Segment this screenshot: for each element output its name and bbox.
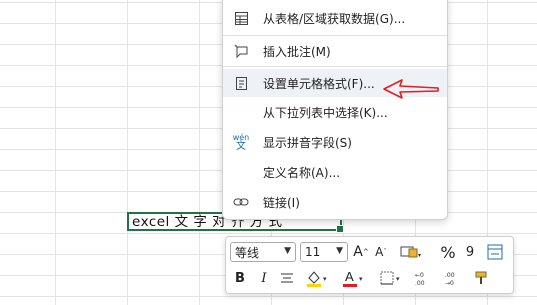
menu-item-define-name[interactable]: 定义名称(A)... (223, 158, 447, 186)
align-center-icon[interactable] (278, 268, 296, 288)
menu-item-label: 从下拉列表中选择(K)... (263, 105, 388, 120)
decrease-font-size-icon[interactable]: Aˇ (372, 242, 390, 262)
merge-center-icon[interactable] (485, 242, 505, 262)
svg-text:▾: ▾ (323, 275, 327, 283)
font-color-icon[interactable]: A ▾ (340, 268, 366, 288)
menu-item-label: 链接(I) (263, 195, 300, 210)
svg-text:.00: .00 (415, 280, 425, 286)
font-size-select[interactable]: 11 ▼ (300, 242, 348, 262)
menu-item-label: 显示拼音字段(S) (263, 135, 352, 150)
svg-text:A: A (345, 269, 354, 284)
percent-label: % (440, 242, 456, 262)
link-icon (223, 196, 259, 208)
svg-text:▾: ▾ (396, 275, 400, 283)
menu-separator (223, 35, 447, 36)
comment-icon (223, 43, 259, 59)
italic-button[interactable]: I (256, 268, 272, 288)
phonetic-icon: wén 文 (223, 133, 259, 152)
svg-text:▾: ▾ (359, 275, 363, 283)
percent-style-button[interactable]: % (438, 242, 458, 262)
svg-text:▾: ▾ (418, 252, 421, 259)
annotation-arrow-icon (383, 79, 439, 99)
table-icon (223, 11, 259, 26)
menu-item-link[interactable]: 链接(I) (223, 188, 447, 216)
menu-item-label: 插入批注(M) (263, 44, 331, 59)
bold-button[interactable]: B (232, 268, 248, 288)
format-painter-icon[interactable] (472, 268, 492, 288)
increase-decimal-icon[interactable]: ←0.00 (412, 268, 438, 288)
svg-text:←0: ←0 (415, 272, 424, 279)
comma-label: 9 (465, 244, 475, 260)
comma-style-button[interactable]: 9 (462, 242, 478, 262)
menu-item-pick-from-list[interactable]: 从下拉列表中选择(K)... (223, 98, 447, 126)
bold-label: B (235, 270, 245, 286)
fill-color-icon[interactable]: ▾ (304, 268, 330, 288)
context-menu: 从表格/区域获取数据(G)... 插入批注(M) 设置单元格格式(F)... 从… (222, 0, 448, 220)
borders-icon[interactable]: ▾ (378, 268, 404, 288)
menu-item-label: 从表格/区域获取数据(G)... (263, 11, 406, 26)
format-cells-icon (223, 76, 259, 91)
svg-text:→0: →0 (445, 280, 454, 286)
fill-handle[interactable] (336, 225, 344, 233)
menu-separator (223, 66, 447, 67)
font-size-value: 11 (305, 245, 321, 259)
menu-item-label: 定义名称(A)... (263, 165, 341, 180)
chevron-down-icon: ▼ (284, 246, 291, 256)
mini-toolbar: 等线 ▼ 11 ▼ A ^ Aˇ ▾ % 9 B I ▾ A ▾ ▾ ←0.00 .… (225, 236, 514, 294)
italic-label: I (261, 270, 267, 286)
menu-item-insert-comment[interactable]: 插入批注(M) (223, 37, 447, 65)
menu-item-show-phonetic[interactable]: wén 文 显示拼音字段(S) (223, 128, 447, 156)
menu-item-get-data[interactable]: 从表格/区域获取数据(G)... (223, 4, 447, 32)
menu-item-label: 设置单元格格式(F)... (263, 76, 375, 91)
font-name-select[interactable]: 等线 ▼ (230, 242, 296, 262)
svg-text:.00: .00 (445, 272, 455, 279)
phonetic-icon-char: 文 (236, 141, 246, 152)
increase-font-size-icon[interactable]: A ^ (352, 242, 370, 262)
chevron-down-icon: ▼ (336, 246, 343, 256)
font-name-value: 等线 (235, 245, 260, 260)
number-format-icon[interactable]: ▾ (396, 242, 426, 262)
decrease-decimal-icon[interactable]: .00 →0 (442, 268, 468, 288)
